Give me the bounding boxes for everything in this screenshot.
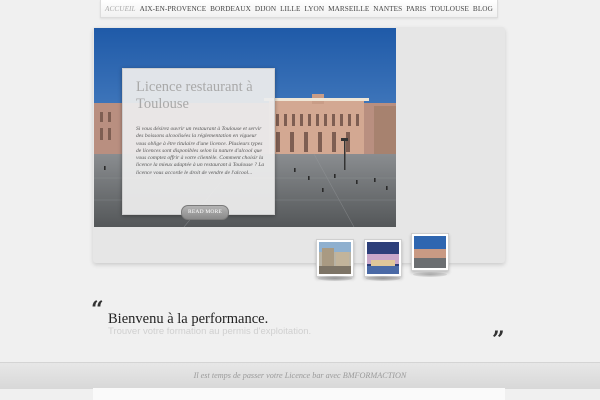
quote-close-icon: ” (492, 327, 505, 353)
slide-caption-title[interactable]: Licence restaurant à Toulouse (136, 79, 266, 113)
nav-item-accueil[interactable]: ACCUEIL (105, 5, 136, 13)
thumbnail-shadow (318, 276, 352, 281)
slide-caption-box: Licence restaurant à Toulouse Si vous dé… (122, 68, 275, 215)
nav-item-marseille[interactable]: MARSEILLE (328, 5, 369, 13)
content-area (93, 388, 505, 400)
main-nav: ACCUEIL AIX-EN-PROVENCE BORDEAUX DIJON L… (100, 0, 498, 18)
nav-item-nantes[interactable]: NANTES (373, 5, 402, 13)
nav-item-dijon[interactable]: DIJON (255, 5, 276, 13)
quote-open-icon: “ (91, 297, 104, 323)
nav-item-lyon[interactable]: LYON (304, 5, 324, 13)
thumbnail-shadow (366, 276, 400, 281)
slider-thumbnail-3[interactable] (411, 233, 449, 271)
nav-item-blog[interactable]: BLOG (473, 5, 493, 13)
slider-thumbnail-2[interactable] (364, 239, 402, 277)
nav-item-aix-en-provence[interactable]: AIX-EN-PROVENCE (140, 5, 207, 13)
nav-item-lille[interactable]: LILLE (280, 5, 300, 13)
slide-caption-text: Si vous désirez ouvrir un restaurant à T… (136, 126, 265, 176)
nav-item-bordeaux[interactable]: BORDEAUX (210, 5, 251, 13)
read-more-button[interactable]: READ MORE (181, 205, 229, 220)
slider-thumbnail-1[interactable] (316, 239, 354, 277)
welcome-subtitle: Trouver votre formation au permis d'expl… (108, 326, 312, 337)
nav-item-paris[interactable]: PARIS (406, 5, 426, 13)
nav-item-toulouse[interactable]: TOULOUSE (430, 5, 469, 13)
promo-banner: Il est temps de passer votre Licence bar… (0, 362, 600, 389)
thumbnail-shadow (413, 272, 447, 277)
